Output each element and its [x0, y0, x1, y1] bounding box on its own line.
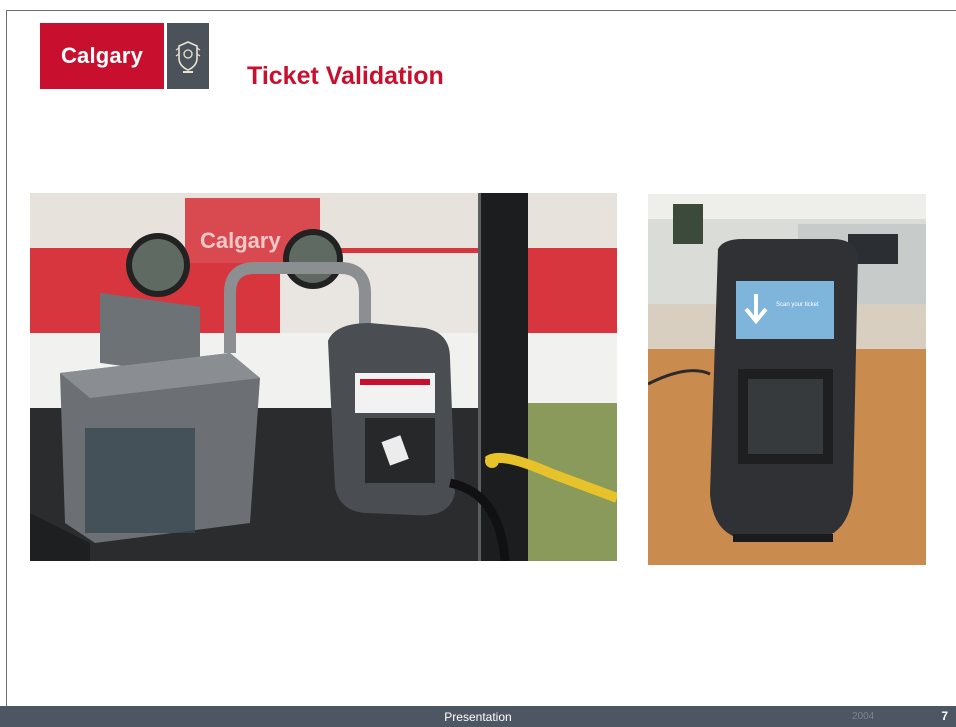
desk-validator-photo: Scan your ticket [648, 194, 926, 565]
sign-text: Calgary [200, 228, 281, 253]
footer-label: Presentation [444, 709, 512, 724]
footer-code: 2004 [852, 711, 875, 722]
page-number: 7 [941, 709, 948, 723]
slide-title: Ticket Validation [247, 62, 444, 90]
bus-validator-photo: Calgary [30, 193, 617, 561]
screen-text: Scan your ticket [776, 302, 819, 308]
logo-wordmark: Calgary [40, 23, 164, 89]
crest-icon [167, 23, 209, 89]
footer-bar: Presentation 2004 7 [0, 706, 956, 727]
calgary-logo: Calgary [40, 23, 209, 89]
